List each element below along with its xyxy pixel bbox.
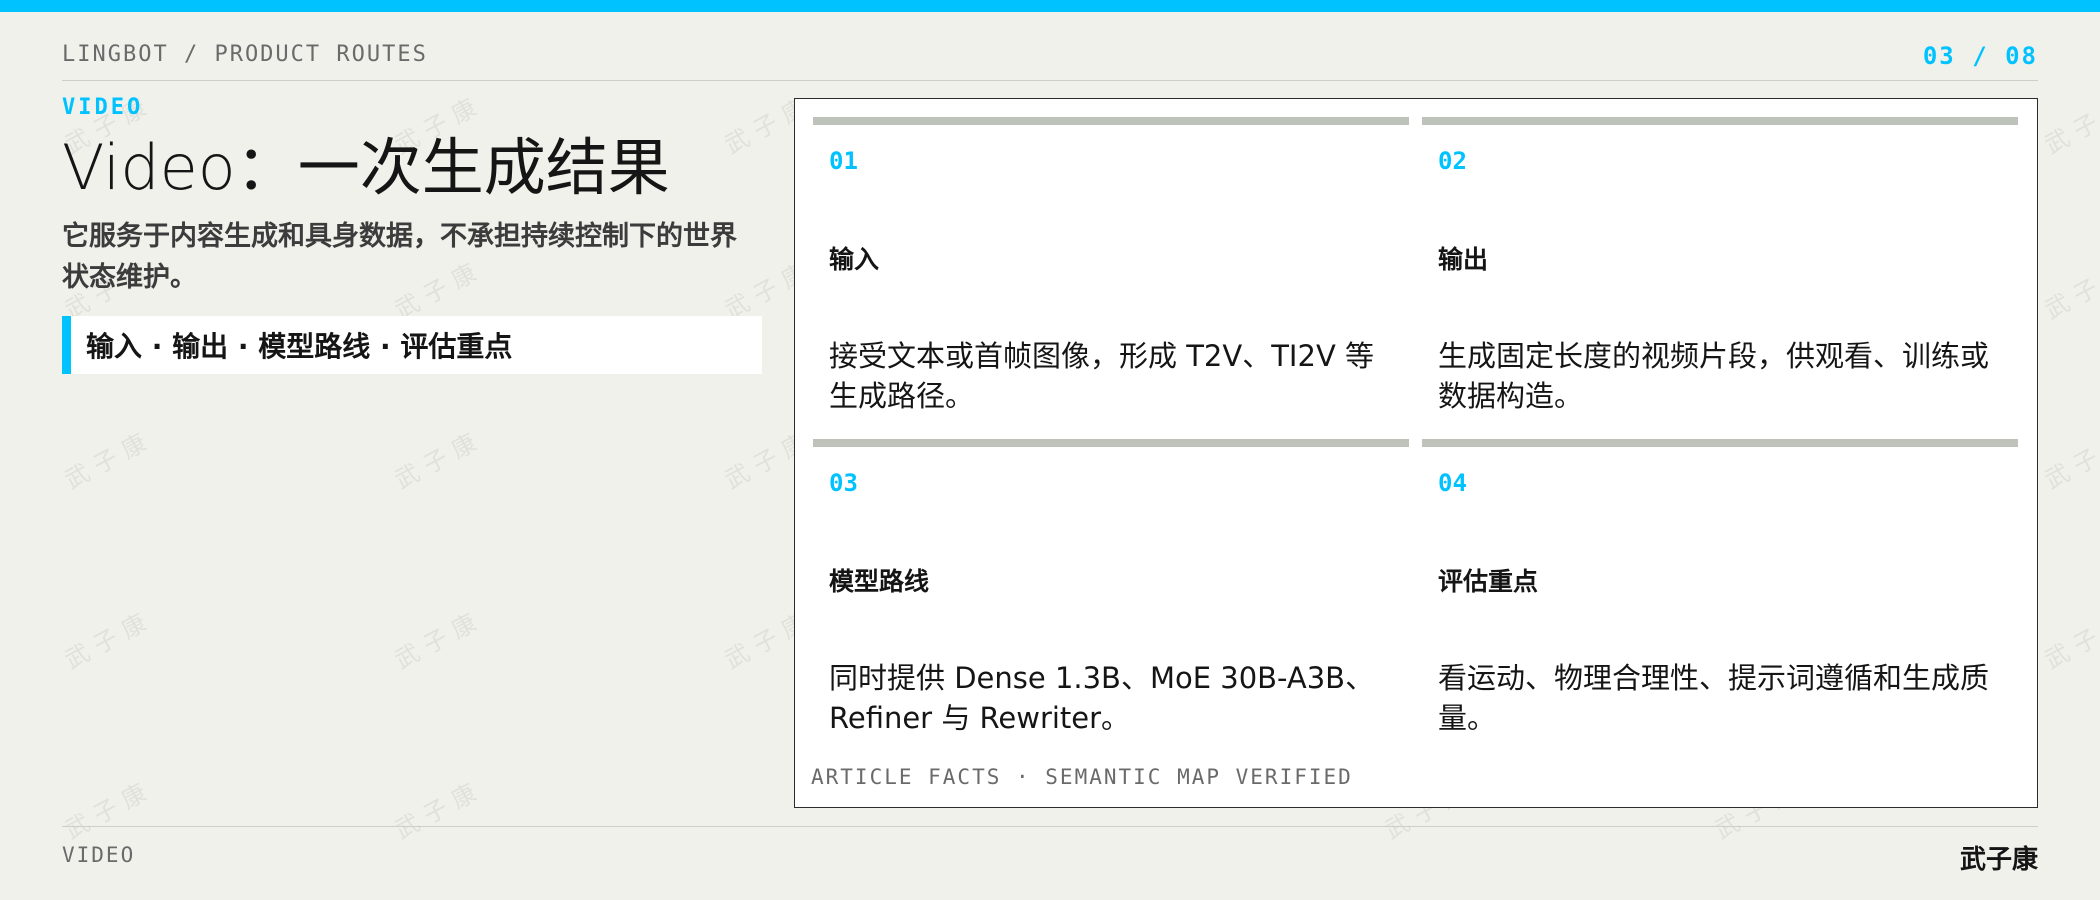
card-label: 模型路线: [829, 567, 930, 596]
fact-card-input: 01 输入 接受文本或首帧图像，形成 T2V、TI2V 等生成路径。: [813, 117, 1409, 417]
topic-summary-bar: 输入 · 输出 · 模型路线 · 评估重点: [62, 316, 762, 375]
card-number: 01: [829, 147, 858, 175]
watermark: 武子康: [2040, 604, 2100, 675]
card-number: 03: [829, 469, 858, 497]
panel-footnote: ARTICLE FACTS · SEMANTIC MAP VERIFIED: [811, 765, 1353, 789]
watermark: 武子康: [60, 604, 159, 675]
fact-card-output: 02 输出 生成固定长度的视频片段，供观看、训练或数据构造。: [1422, 117, 2018, 417]
watermark: 武子康: [390, 604, 489, 675]
card-label: 输入: [829, 245, 880, 274]
card-text: 生成固定长度的视频片段，供观看、训练或数据构造。: [1438, 339, 1990, 413]
top-accent-bar: [0, 0, 2100, 12]
footer-section-label: VIDEO: [62, 843, 136, 867]
section-kicker: VIDEO: [62, 95, 144, 120]
page-title: Video：一次生成结果: [62, 131, 670, 204]
facts-panel: 01 输入 接受文本或首帧图像，形成 T2V、TI2V 等生成路径。 02 输出…: [794, 98, 2038, 808]
fact-card-model-route: 03 模型路线 同时提供 Dense 1.3B、MoE 30B-A3B、Refi…: [813, 439, 1409, 739]
slide-footer: VIDEO 武子康: [62, 826, 2038, 877]
watermark: 武子康: [60, 424, 159, 495]
card-text: 接受文本或首帧图像，形成 T2V、TI2V 等生成路径。: [829, 339, 1374, 413]
card-number: 04: [1438, 469, 1467, 497]
slide-header: LINGBOT / PRODUCT ROUTES 03 / 08: [62, 40, 2038, 81]
breadcrumb: LINGBOT / PRODUCT ROUTES: [62, 42, 428, 67]
page-counter: 03 / 08: [1922, 42, 2038, 70]
card-label: 输出: [1438, 245, 1489, 274]
topic-summary-text: 输入 · 输出 · 模型路线 · 评估重点: [86, 330, 513, 364]
watermark: 武子康: [2040, 254, 2100, 325]
card-text: 看运动、物理合理性、提示词遵循和生成质量。: [1438, 661, 1990, 735]
watermark: 武子康: [390, 424, 489, 495]
watermark: 武子康: [2040, 89, 2100, 160]
page-subtitle: 它服务于内容生成和具身数据，不承担持续控制下的世界状态维护。: [62, 221, 737, 293]
fact-card-evaluation: 04 评估重点 看运动、物理合理性、提示词遵循和生成质量。: [1422, 439, 2018, 739]
card-text: 同时提供 Dense 1.3B、MoE 30B-A3B、Refiner 与 Re…: [829, 661, 1375, 735]
watermark: 武子康: [2040, 424, 2100, 495]
card-number: 02: [1438, 147, 1467, 175]
intro-column: VIDEO Video：一次生成结果 它服务于内容生成和具身数据，不承担持续控制…: [62, 95, 762, 375]
card-label: 评估重点: [1438, 567, 1539, 596]
author-name: 武子康: [1959, 845, 2038, 875]
